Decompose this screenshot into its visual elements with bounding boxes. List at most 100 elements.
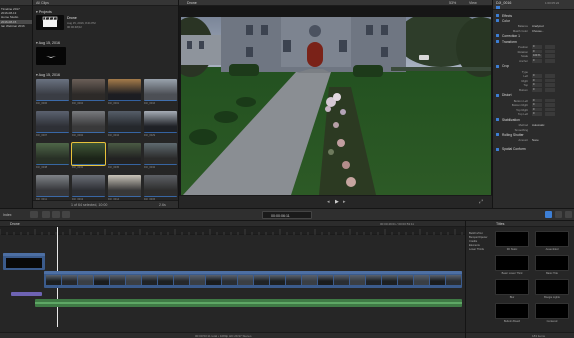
- video-inspector-icon[interactable]: [496, 6, 500, 9]
- title-thumbnail[interactable]: [495, 255, 529, 271]
- clip-thumbnail[interactable]: [144, 79, 177, 101]
- date-group-header-1[interactable]: ▾ Aug 15, 2016: [36, 41, 60, 45]
- inspector-section-spatial-conform[interactable]: Spatial Conform: [493, 147, 574, 152]
- clip-filter-menu[interactable]: All Clips: [36, 1, 49, 5]
- video-frame[interactable]: [181, 17, 491, 195]
- value-field-2[interactable]: [545, 49, 555, 54]
- title-thumbnail[interactable]: [535, 255, 569, 271]
- value-field[interactable]: 0: [532, 98, 542, 103]
- title-label: Bulletin Board: [503, 320, 521, 323]
- title-thumbnail[interactable]: [535, 303, 569, 319]
- clip-thumbnail[interactable]: [108, 175, 141, 197]
- section-checkbox[interactable]: [496, 14, 499, 17]
- title-thumbnail[interactable]: [495, 303, 529, 319]
- value-field-2[interactable]: [545, 112, 555, 116]
- section-checkbox[interactable]: [496, 40, 499, 44]
- inspector-section-correction[interactable]: Correction 1: [493, 33, 574, 38]
- clip-thumbnail[interactable]: [36, 79, 69, 101]
- timeline-ruler[interactable]: [0, 227, 465, 235]
- value-field-2[interactable]: [545, 74, 555, 78]
- value-field[interactable]: 0: [532, 74, 542, 78]
- timecode-display[interactable]: 00:00:06:11: [262, 211, 312, 219]
- timeline-audio-clip[interactable]: [35, 299, 462, 307]
- value-field[interactable]: 100 %: [532, 54, 542, 58]
- inspector-section-crop[interactable]: Crop: [493, 64, 574, 69]
- title-thumbnail[interactable]: [495, 231, 529, 247]
- timeline-title-clip[interactable]: [11, 292, 42, 296]
- clip-thumbnail[interactable]: [144, 175, 177, 197]
- clip-thumbnail[interactable]: [108, 111, 141, 133]
- value-field-2[interactable]: [545, 45, 555, 49]
- section-checkbox[interactable]: [496, 147, 499, 151]
- clip-thumbnail[interactable]: [71, 142, 106, 166]
- clip-thumbnail[interactable]: [72, 175, 105, 197]
- clip-thumbnail[interactable]: [36, 111, 69, 133]
- value-field[interactable]: 0: [532, 59, 542, 63]
- clip-thumbnail[interactable]: [144, 143, 177, 165]
- inspector-section-color[interactable]: Color: [493, 18, 574, 23]
- value-field-2[interactable]: [545, 88, 555, 92]
- storyline-title-bar: [44, 271, 462, 274]
- clip-thumbnail[interactable]: [144, 111, 177, 133]
- inspector-section-stabilization[interactable]: Stabilization: [493, 117, 574, 122]
- clip-thumbnail[interactable]: [72, 79, 105, 101]
- value-field[interactable]: 0: [532, 49, 542, 54]
- value-field-2[interactable]: [545, 78, 555, 83]
- clip-thumbnail[interactable]: [72, 111, 105, 133]
- value-field[interactable]: 0: [532, 103, 542, 107]
- overwrite-clip-icon[interactable]: [62, 211, 70, 218]
- title-label: 3D Static: [506, 248, 518, 251]
- clip-thumbnail-dark[interactable]: [36, 47, 66, 65]
- clip-thumbnail[interactable]: [108, 79, 141, 101]
- append-clip-icon[interactable]: [52, 211, 60, 218]
- date-group-header-2[interactable]: ▾ Aug 15, 2016: [36, 73, 60, 77]
- viewer-view-menu[interactable]: View: [469, 1, 477, 5]
- row-label: Bottom Right: [511, 103, 528, 108]
- index-button[interactable]: Index: [3, 213, 12, 217]
- snapping-icon[interactable]: [545, 211, 552, 218]
- value-field[interactable]: 0: [532, 78, 542, 83]
- skip-forward-icon[interactable]: ▸: [343, 199, 346, 205]
- section-checkbox[interactable]: [496, 19, 499, 22]
- section-checkbox[interactable]: [496, 93, 499, 97]
- tool-select-icon[interactable]: [30, 211, 38, 218]
- section-checkbox[interactable]: [496, 64, 499, 68]
- value-field-2[interactable]: [545, 54, 555, 58]
- inspector-section-rolling-shutter[interactable]: Rolling Shutter: [493, 132, 574, 137]
- value-field[interactable]: 0: [532, 88, 542, 92]
- value-field-2[interactable]: [545, 103, 555, 107]
- title-thumbnail[interactable]: [535, 231, 569, 247]
- titles-browser-icon[interactable]: [565, 211, 572, 218]
- project-thumbnail[interactable]: [36, 15, 64, 30]
- title-thumbnail[interactable]: [495, 279, 529, 295]
- insert-clip-icon[interactable]: [42, 211, 50, 218]
- clip-thumbnail[interactable]: [108, 143, 141, 165]
- clip-thumbnail[interactable]: [36, 143, 69, 165]
- value-field-2[interactable]: [545, 59, 555, 63]
- section-checkbox[interactable]: [496, 118, 499, 121]
- value-field-2[interactable]: [545, 98, 555, 103]
- library-item[interactable]: Ian Webinar 2016: [0, 24, 32, 28]
- inspector-section-distort[interactable]: Distort: [493, 93, 574, 98]
- clip-thumbnail[interactable]: [36, 175, 69, 197]
- clip-label: DJI_0001: [108, 102, 120, 105]
- inspector-section-transform[interactable]: Transform: [493, 39, 574, 44]
- title-thumbnail[interactable]: [535, 279, 569, 295]
- solo-icon[interactable]: [555, 211, 562, 218]
- value-field[interactable]: 0: [532, 107, 542, 112]
- skip-back-icon[interactable]: ◂: [327, 199, 330, 205]
- fullscreen-icon[interactable]: ⤢: [479, 199, 483, 205]
- value-field[interactable]: 0: [532, 112, 542, 116]
- value-field-2[interactable]: [545, 107, 555, 112]
- viewer-zoom-menu[interactable]: 53%: [449, 1, 456, 5]
- title-category-item[interactable]: Lower Thirds: [469, 248, 484, 252]
- timeline-clip-first[interactable]: [3, 253, 45, 270]
- section-checkbox[interactable]: [496, 133, 499, 137]
- section-checkbox[interactable]: [496, 34, 499, 38]
- value-field[interactable]: 0: [532, 45, 542, 49]
- value-field[interactable]: 0: [532, 83, 542, 87]
- projects-group-header[interactable]: ▾ Projects: [36, 10, 52, 14]
- play-icon[interactable]: ▶: [335, 199, 339, 205]
- value-field-2[interactable]: [545, 83, 555, 87]
- libraries-sidebar: Timeline 2017 2016-08-13 Home Studio 2016-0…: [0, 0, 33, 208]
